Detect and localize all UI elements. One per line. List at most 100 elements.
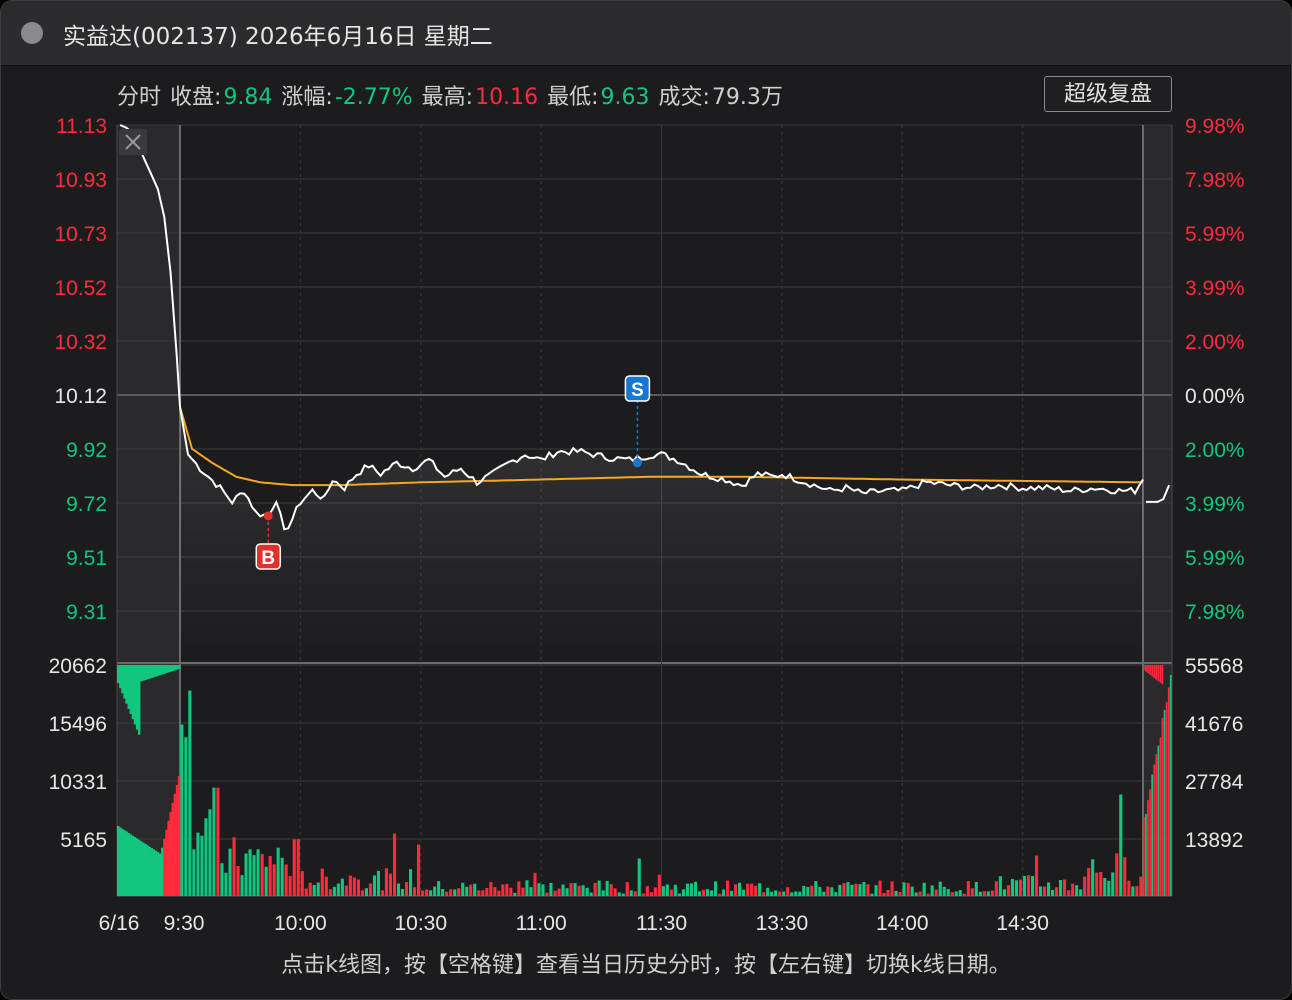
price-axis-label-right: 7.98% [1185,169,1245,192]
volume-bar [180,724,184,896]
volume-bar [834,892,838,896]
volume-bar [441,889,445,896]
volume-bar [529,887,533,896]
volume-bar [517,881,521,896]
volume-bar [1135,886,1139,896]
call-auction-bar [161,665,164,675]
volume-bar [874,885,878,896]
volume-bar [605,881,609,896]
volume-bar [525,880,529,896]
volume-bar [224,872,228,896]
volume-bar [846,882,850,896]
volume-bar [252,855,256,896]
volume-bar [838,885,842,896]
call-auction-bar [163,665,166,674]
call-auction-bar [129,665,132,714]
volume-bar [549,883,553,896]
volume-bar [926,893,930,896]
volume-bar [541,884,545,896]
volume-bar [397,883,401,896]
intraday-chart[interactable]: B S 11.13 10.93 10.73 10.52 10.32 10.12 9.92 9.72… [1,1,1291,941]
volume-bar [878,880,882,896]
volume-bar [352,877,356,896]
volume-bar [477,890,481,896]
price-axis-label-right: 2.00% [1185,331,1245,354]
volume-bar [429,890,433,896]
volume-bar [946,889,950,896]
volume-bar [1051,889,1055,896]
volume-bar [268,856,272,896]
volume-bar [533,872,537,896]
volume-bar [276,847,280,896]
volume-bar [726,880,730,896]
volume-bar [661,886,665,896]
call-auction-bar [140,841,143,896]
post-market-bar [1145,813,1147,896]
volume-bar [445,891,449,896]
call-auction-bar [138,839,141,896]
volume-bar [244,853,248,896]
volume-bar [288,875,292,896]
volume-bar [1091,859,1095,896]
volume-bar [505,884,509,896]
call-auction-bar [133,665,137,725]
pre-market-zone [117,125,180,896]
time-axis-label: 11:00 [516,912,567,935]
volume-bar [930,885,934,896]
volume-bar [1123,857,1127,896]
call-auction-bar [123,665,126,699]
volume-bar [1119,794,1123,896]
call-auction-bar [127,832,130,896]
call-auction-bar [173,793,177,896]
sell-marker-dot [632,458,642,468]
volume-bar [714,881,718,896]
volume-bar [280,857,284,896]
volume-bar [421,890,425,896]
volume-axis-label-right: 27784 [1185,771,1244,794]
volume-bar [718,893,722,896]
call-auction-bar [129,834,132,896]
volume-bar [906,883,910,896]
volume-bar [958,890,962,896]
post-market-auction-bar [1155,665,1158,680]
volume-bar [998,876,1002,896]
volume-bar [248,849,252,896]
call-auction-bar [167,665,170,673]
volume-bar [1079,889,1083,896]
volume-bar [457,888,461,896]
price-axis-label-right: 5.99% [1185,547,1245,570]
footer-hint: 点击k线图，按【空格键】查看当日历史分时，按【左右键】切换k线日期。 [281,953,1011,978]
price-axis-label-left: 10.93 [54,169,107,192]
volume-bar [854,883,858,896]
volume-bar [557,888,561,896]
volume-bar [188,690,192,896]
volume-axis-label-left: 5165 [60,829,107,852]
volume-bar [1063,879,1067,896]
price-axis-label-left: 9.92 [66,439,107,462]
volume-bar [545,892,549,896]
call-auction-bar [150,848,153,896]
volume-bar [513,892,517,896]
volume-bar [1139,876,1143,896]
call-auction-bar [131,835,135,896]
volume-bar [794,891,798,896]
volume-bar [577,885,581,896]
post-market-auction-bar [1153,665,1156,678]
volume-bar [790,892,794,896]
volume-bar [1047,882,1051,896]
volume-bar [489,882,493,896]
buy-marker-dot [263,511,273,521]
call-auction-bar [142,842,145,896]
volume-bar [1103,878,1107,896]
call-auction-bar [171,802,174,896]
volume-bar [766,887,770,896]
post-market-bar [1169,674,1172,896]
post-market-auction-bar [1159,665,1162,683]
volume-bar [613,888,617,896]
call-auction-bar [131,665,135,720]
volume-bar [810,885,814,896]
volume-bar [1022,876,1026,896]
volume-bar [1002,889,1006,896]
volume-bar [589,892,593,896]
call-auction-bar [135,838,139,896]
